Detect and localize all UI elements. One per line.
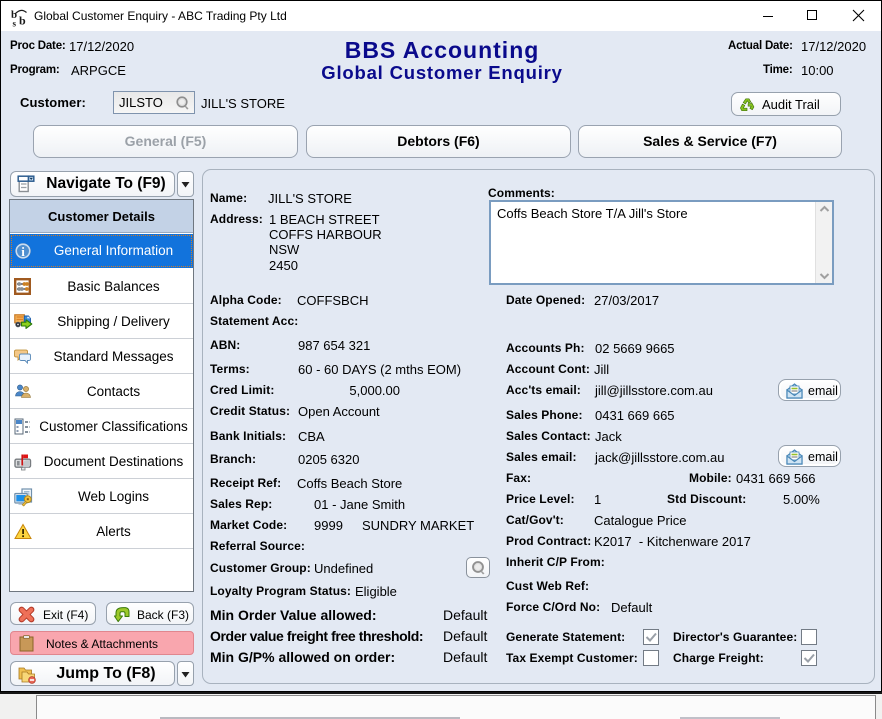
svg-text:b: b (19, 14, 26, 28)
svg-text:i: i (21, 244, 25, 259)
svg-text:s: s (13, 19, 17, 28)
